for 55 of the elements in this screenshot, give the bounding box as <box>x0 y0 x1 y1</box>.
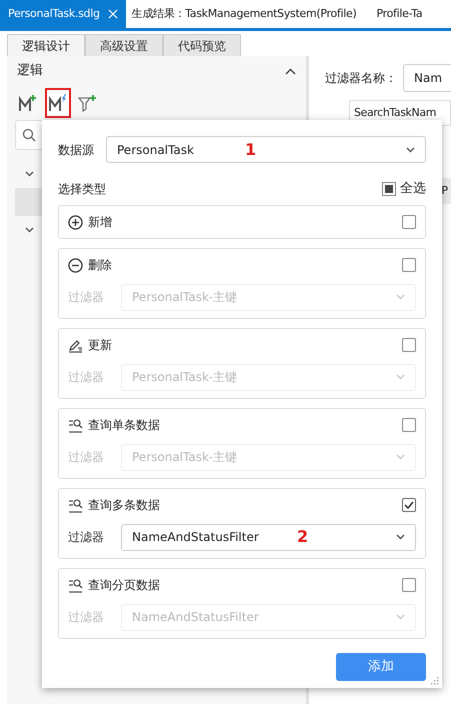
panel-title: 逻辑 <box>17 62 43 80</box>
document-tab[interactable]: PersonalTask.sdlg <box>0 0 126 28</box>
expand-icon <box>25 171 34 177</box>
pencil-icon <box>68 338 83 352</box>
model-add-icon[interactable] <box>18 94 38 112</box>
close-icon[interactable] <box>108 9 118 19</box>
operation-label: 查询多条数据 <box>88 497 160 514</box>
expand-icon <box>25 227 34 233</box>
checkbox[interactable] <box>402 338 416 352</box>
data-source-select[interactable]: PersonalTask 1 <box>106 136 426 163</box>
annotation-number: 2 <box>297 526 308 548</box>
minus-circle-icon <box>68 258 83 272</box>
field-label: 过滤器 <box>68 609 105 626</box>
field-label: 过滤器 <box>68 369 105 386</box>
annotation-number: 1 <box>245 138 256 160</box>
operation-label: 删除 <box>88 257 112 274</box>
model-bolt-icon[interactable] <box>48 94 68 112</box>
checkbox[interactable] <box>402 215 416 229</box>
editor-tab[interactable]: 逻辑设计 <box>7 34 85 56</box>
plus-circle-icon <box>68 214 83 230</box>
search-list-icon <box>68 498 83 512</box>
field-label: 过滤器名称： <box>325 70 397 87</box>
operation-label: 更新 <box>88 337 112 354</box>
chevron-down-icon <box>396 614 405 620</box>
field-label: 过滤器 <box>68 449 105 466</box>
resize-grip-icon[interactable] <box>430 676 439 685</box>
tool-button[interactable] <box>45 88 71 118</box>
search-list-icon <box>68 418 83 432</box>
chevron-down-icon <box>396 374 405 380</box>
checkbox-label: 全选 <box>400 180 426 198</box>
section-label: 选择类型 <box>58 180 106 198</box>
editor-tab[interactable]: 代码预览 <box>163 34 241 56</box>
checkbox[interactable] <box>402 418 416 432</box>
select-all-checkbox[interactable] <box>382 182 396 196</box>
operation-label: 查询分页数据 <box>88 577 160 594</box>
chevron-down-icon <box>396 294 405 300</box>
checkbox[interactable] <box>402 498 416 512</box>
checkbox[interactable] <box>402 578 416 592</box>
field-label: 过滤器 <box>68 529 105 546</box>
operation-label: 新增 <box>88 214 112 231</box>
editor-tab[interactable]: 高级设置 <box>85 34 163 56</box>
operation-label: 查询单条数据 <box>88 417 160 434</box>
search-list-icon <box>68 578 83 592</box>
field-value: P <box>441 182 448 199</box>
chevron-down-icon <box>396 534 405 540</box>
field-label: 过滤器 <box>68 289 105 306</box>
checkbox[interactable] <box>402 258 416 272</box>
chevron-down-icon <box>406 146 415 152</box>
field-label: 数据源 <box>58 142 95 158</box>
filter-add-icon[interactable] <box>78 94 98 112</box>
collapse-icon[interactable] <box>285 68 296 74</box>
chevron-down-icon <box>396 454 405 460</box>
filter-select[interactable]: NameAndStatusFilter 2 <box>121 524 416 550</box>
search-icon <box>22 128 36 142</box>
filter-name-field[interactable]: Nam <box>403 64 451 92</box>
